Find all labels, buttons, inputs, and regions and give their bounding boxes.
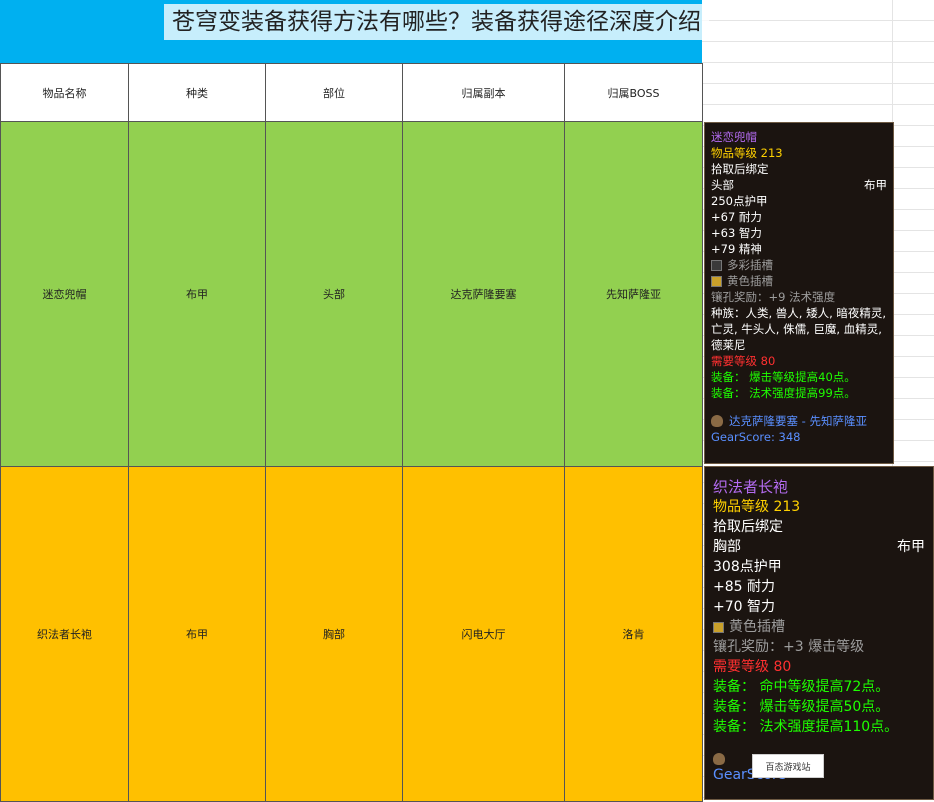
tooltip-slot: 头部 — [711, 178, 734, 192]
table-header-row: 物品名称 种类 部位 归属副本 归属BOSS — [0, 63, 703, 122]
tooltip-item-level: 物品等级 213 — [713, 499, 801, 515]
prismatic-socket-icon — [711, 259, 722, 271]
tooltip-equip-effect: 装备： 法术强度提高110点。 — [713, 719, 899, 735]
tooltip-slot-row: 头部 布甲 — [711, 177, 887, 193]
tooltip-bind: 拾取后绑定 — [713, 519, 783, 535]
cell-item-slot: 头部 — [265, 121, 403, 467]
loot-bag-icon — [713, 753, 725, 765]
item-tooltip-robe: 织法者长袍 物品等级 213 拾取后绑定 胸部 布甲 308点护甲 +85 耐力… — [704, 466, 934, 800]
header-cell-slot: 部位 — [265, 63, 403, 122]
cell-item-name: 织法者长袍 — [0, 466, 129, 802]
tooltip-socket-row: 多彩插槽 — [711, 257, 887, 273]
tooltip-armor: 308点护甲 — [713, 559, 782, 575]
yellow-socket-icon — [713, 621, 724, 633]
tooltip-item-name: 迷恋兜帽 — [711, 130, 757, 144]
tooltip-slot: 胸部 — [713, 539, 741, 555]
tooltip-armor: 250点护甲 — [711, 194, 768, 208]
tooltip-socket: 多彩插槽 — [727, 258, 773, 272]
tooltip-stat: +63 智力 — [711, 226, 762, 240]
tooltip-stat: +70 智力 — [713, 599, 775, 615]
header-cell-dungeon: 归属副本 — [402, 63, 565, 122]
cell-item-boss: 先知萨隆亚 — [564, 121, 703, 467]
equipment-table: 物品名称 种类 部位 归属副本 归属BOSS 迷恋兜帽 布甲 头部 达克萨隆要塞… — [0, 63, 703, 802]
tooltip-stat: +67 耐力 — [711, 210, 762, 224]
tooltip-socket-row: 黄色插槽 — [713, 617, 925, 637]
tooltip-equip-effect: 装备： 爆击等级提高50点。 — [713, 699, 890, 715]
header-cell-boss: 归属BOSS — [564, 63, 703, 122]
tooltip-source-row: 达克萨隆要塞 - 先知萨隆亚 — [711, 413, 887, 429]
tooltip-equip-effect: 装备： 法术强度提高99点。 — [711, 386, 856, 400]
tooltip-equip-effect: 装备： 爆击等级提高40点。 — [711, 370, 856, 384]
tooltip-gearscore: GearScore: 348 — [711, 430, 801, 444]
tooltip-socket: 黄色插槽 — [729, 619, 785, 635]
tooltip-socket-row: 黄色插槽 — [711, 273, 887, 289]
tooltip-armor-type: 布甲 — [897, 539, 925, 555]
tooltip-equip-effect: 装备： 命中等级提高72点。 — [713, 679, 890, 695]
tooltip-armor-type: 布甲 — [864, 178, 887, 192]
item-tooltip-hood: 迷恋兜帽 物品等级 213 拾取后绑定 头部 布甲 250点护甲 +67 耐力 … — [704, 122, 894, 464]
tooltip-required-level: 需要等级 80 — [713, 659, 792, 675]
table-row: 迷恋兜帽 布甲 头部 达克萨隆要塞 先知萨隆亚 — [0, 121, 703, 467]
tooltip-races: 种族：人类, 兽人, 矮人, 暗夜精灵, 亡灵, 牛头人, 侏儒, 巨魔, 血精… — [711, 306, 887, 352]
tooltip-slot-row: 胸部 布甲 — [713, 537, 925, 557]
header-cell-type: 种类 — [128, 63, 266, 122]
site-watermark: 百态游戏站 — [752, 754, 824, 778]
tooltip-socket-bonus: 镶孔奖励：+9 法术强度 — [711, 290, 836, 304]
cell-item-boss: 洛肯 — [564, 466, 703, 802]
tooltip-stat: +79 精神 — [711, 242, 762, 256]
tooltip-bind: 拾取后绑定 — [711, 162, 769, 176]
header-cell-name: 物品名称 — [0, 63, 129, 122]
tooltip-item-name: 织法者长袍 — [713, 478, 789, 496]
table-row: 织法者长袍 布甲 胸部 闪电大厅 洛肯 — [0, 466, 703, 802]
tooltip-item-level: 物品等级 213 — [711, 146, 783, 160]
cell-item-dungeon: 达克萨隆要塞 — [402, 121, 565, 467]
cell-item-type: 布甲 — [128, 466, 266, 802]
loot-bag-icon — [711, 415, 723, 427]
tooltip-stat: +85 耐力 — [713, 579, 775, 595]
yellow-socket-icon — [711, 275, 722, 287]
cell-item-dungeon: 闪电大厅 — [402, 466, 565, 802]
tooltip-socket-bonus: 镶孔奖励：+3 爆击等级 — [713, 639, 865, 655]
page-title: 苍穹变装备获得方法有哪些？装备获得途径深度介绍 — [164, 4, 709, 40]
cell-item-name: 迷恋兜帽 — [0, 121, 129, 467]
cell-item-slot: 胸部 — [265, 466, 403, 802]
tooltip-required-level: 需要等级 80 — [711, 354, 776, 368]
tooltip-source: 达克萨隆要塞 - 先知萨隆亚 — [729, 414, 867, 428]
cell-item-type: 布甲 — [128, 121, 266, 467]
tooltip-socket: 黄色插槽 — [727, 274, 773, 288]
